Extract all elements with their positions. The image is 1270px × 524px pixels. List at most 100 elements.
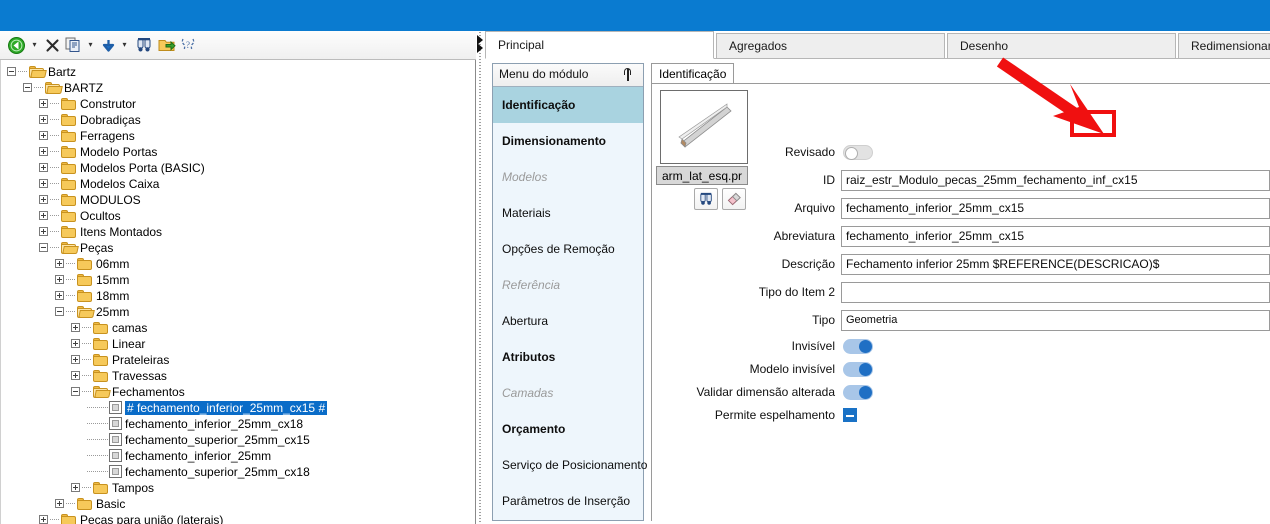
arquivo-field[interactable]: fechamento_inferior_25mm_cx15 — [841, 198, 1270, 219]
tree-item[interactable]: Tampos — [1, 479, 475, 495]
main-tabstrip[interactable]: Principal Agregados Desenho Redimensionamen… — [485, 31, 1270, 59]
tree-expander[interactable] — [55, 499, 64, 509]
tab-redimensionamento[interactable]: Redimensionamento — [1178, 33, 1270, 59]
move-down-icon[interactable] — [99, 35, 117, 55]
abreviatura-field[interactable]: fechamento_inferior_25mm_cx15 — [841, 226, 1270, 247]
pane-splitter[interactable] — [476, 31, 485, 524]
tree-item[interactable]: camas — [1, 319, 475, 335]
descricao-field[interactable]: Fechamento inferior 25mm $REFERENCE(DESC… — [841, 254, 1270, 275]
tree-expander[interactable] — [7, 67, 16, 77]
tree-item[interactable]: 18mm — [1, 287, 475, 303]
tree-item-selected[interactable]: # fechamento_inferior_25mm_cx15 # — [1, 399, 475, 415]
tree-item[interactable]: Linear — [1, 335, 475, 351]
invisivel-toggle[interactable] — [843, 339, 873, 354]
tree-expander[interactable] — [39, 515, 48, 524]
tree-expander[interactable] — [71, 387, 80, 397]
tree-expander[interactable] — [55, 307, 64, 317]
export-folder-icon[interactable] — [157, 35, 177, 55]
tipo-field[interactable]: Geometria — [841, 310, 1270, 331]
tree-item[interactable]: 25mm — [1, 303, 475, 319]
tree-expander[interactable] — [39, 195, 48, 205]
tree-expander[interactable] — [39, 179, 48, 189]
tree-expander[interactable] — [55, 259, 64, 269]
tree-item[interactable]: Modelos Porta (BASIC) — [1, 159, 475, 175]
tree-expander[interactable] — [39, 99, 48, 109]
move-dropdown-arrow[interactable]: ▾ — [120, 35, 129, 55]
delete-icon[interactable] — [43, 35, 61, 55]
pin-icon[interactable] — [622, 68, 634, 82]
module-menu-item-atributos[interactable]: Atributos — [493, 339, 643, 375]
tree-item[interactable]: fechamento_inferior_25mm_cx18 — [1, 415, 475, 431]
tree-item[interactable]: Itens Montados — [1, 223, 475, 239]
tree-expander[interactable] — [39, 243, 48, 253]
module-menu-item-dimensionamento[interactable]: Dimensionamento — [493, 123, 643, 159]
module-menu-list[interactable]: Identificação Dimensionamento Modelos Mater… — [493, 87, 647, 519]
tipo-do-item-2-field[interactable] — [841, 282, 1270, 303]
tree-item[interactable]: MODULOS — [1, 191, 475, 207]
tree-expander[interactable] — [55, 275, 64, 285]
tab-principal[interactable]: Principal — [485, 31, 714, 59]
back-dropdown-arrow[interactable]: ▾ — [30, 35, 39, 55]
tree-item[interactable]: Travessas — [1, 367, 475, 383]
permite-espelhamento-checkbox[interactable] — [843, 408, 857, 422]
tree-item[interactable]: 15mm — [1, 271, 475, 287]
tree-expander[interactable] — [39, 147, 48, 157]
tree-item[interactable]: Bartz — [1, 63, 475, 79]
revisado-toggle[interactable] — [843, 145, 873, 160]
tree-expander[interactable] — [39, 115, 48, 125]
id-field[interactable]: raiz_estr_Modulo_pecas_25mm_fechamento_i… — [841, 170, 1270, 191]
tree-expander[interactable] — [39, 227, 48, 237]
tree-expander[interactable] — [39, 163, 48, 173]
module-menu-item-op-es-de-remo-o[interactable]: Opções de Remoção — [493, 231, 643, 267]
form-row: Abreviatura fechamento_inferior_25mm_cx15 — [652, 226, 1270, 248]
tree-item[interactable]: 06mm — [1, 255, 475, 271]
tree-connector — [82, 327, 92, 329]
tree-expander[interactable] — [23, 83, 32, 93]
copy-icon[interactable] — [63, 35, 83, 55]
tree-expander[interactable] — [71, 483, 80, 493]
tree-item[interactable]: Dobradiças — [1, 111, 475, 127]
validar-dimensao-alterada-toggle[interactable] — [843, 385, 873, 400]
module-menu-item-identifica-o[interactable]: Identificação — [493, 87, 643, 123]
module-menu-item-abertura[interactable]: Abertura — [493, 303, 643, 339]
tree-item[interactable]: Fechamentos — [1, 383, 475, 399]
help-icon[interactable]: ? — [179, 35, 199, 55]
tree-item[interactable]: Ocultos — [1, 207, 475, 223]
module-menu-item-servi-o-de-posicionamento[interactable]: Serviço de Posicionamento — [493, 447, 647, 483]
copy-dropdown-arrow[interactable]: ▾ — [86, 35, 95, 55]
tab-identificacao[interactable]: Identificação — [651, 63, 735, 84]
folder-icon — [61, 513, 77, 524]
tree-item[interactable]: Basic — [1, 495, 475, 511]
tree-item[interactable]: Modelo Portas — [1, 143, 475, 159]
modelo-invisivel-toggle[interactable] — [843, 362, 873, 377]
module-menu-item-label: Identificação — [502, 98, 576, 112]
tree-item[interactable]: fechamento_superior_25mm_cx15 — [1, 431, 475, 447]
module-menu-item-materiais[interactable]: Materiais — [493, 195, 643, 231]
tab-desenho[interactable]: Desenho — [947, 33, 1176, 59]
tree-item[interactable]: Modelos Caixa — [1, 175, 475, 191]
module-menu-item-par-metros-de-inser-o[interactable]: Parâmetros de Inserção — [493, 483, 643, 519]
tree-item[interactable]: Peças para união (laterais) — [1, 511, 475, 524]
module-menu-item-or-amento[interactable]: Orçamento — [493, 411, 643, 447]
tree-expander[interactable] — [71, 371, 80, 381]
tree-expander[interactable] — [71, 323, 80, 333]
tab-agregados[interactable]: Agregados — [716, 33, 945, 59]
tree-item[interactable]: Ferragens — [1, 127, 475, 143]
tree-expander[interactable] — [55, 291, 64, 301]
tree-item[interactable]: Prateleiras — [1, 351, 475, 367]
form-label: Abreviatura — [773, 229, 835, 243]
tree-expander[interactable] — [71, 339, 80, 349]
tree-expander[interactable] — [71, 355, 80, 365]
identification-tabstrip[interactable]: Identificação — [651, 63, 1270, 85]
tree-item[interactable]: Construtor — [1, 95, 475, 111]
find-icon[interactable] — [134, 35, 154, 55]
project-tree[interactable]: Bartz BARTZ Construtor Dobradiças Ferragens M… — [0, 60, 475, 524]
tree-item[interactable]: Peças — [1, 239, 475, 255]
tree-item[interactable]: fechamento_inferior_25mm — [1, 447, 475, 463]
collapse-pane-arrow[interactable] — [476, 34, 485, 53]
tree-item[interactable]: BARTZ — [1, 79, 475, 95]
tree-item[interactable]: fechamento_superior_25mm_cx18 — [1, 463, 475, 479]
tree-expander[interactable] — [39, 211, 48, 221]
tree-expander[interactable] — [39, 131, 48, 141]
back-icon[interactable] — [6, 35, 26, 55]
